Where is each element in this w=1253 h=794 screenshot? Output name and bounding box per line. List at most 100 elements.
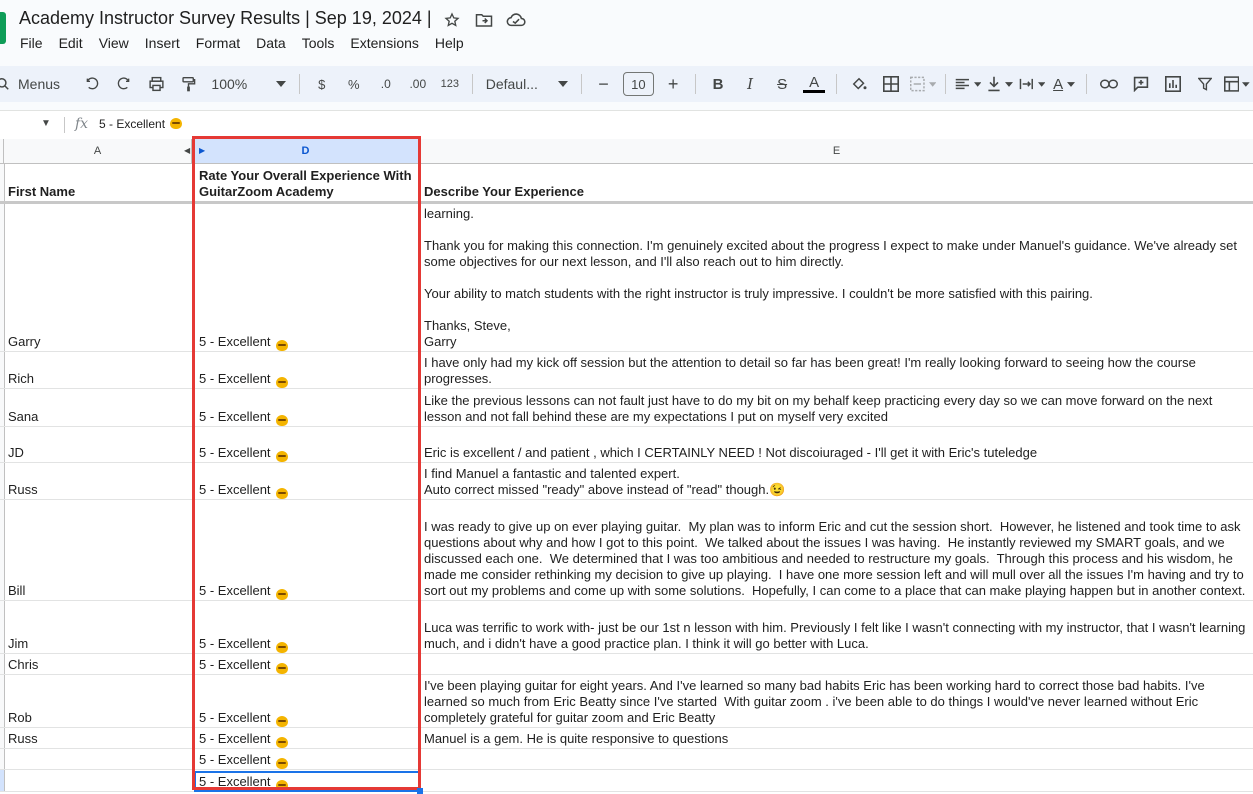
star-icon[interactable] bbox=[441, 9, 463, 31]
merge-cells-button[interactable] bbox=[910, 70, 937, 98]
text-color-button[interactable]: A bbox=[801, 70, 827, 98]
formula-divider bbox=[64, 117, 65, 133]
filter-views-button[interactable] bbox=[1224, 70, 1251, 98]
sheets-logo-icon[interactable] bbox=[0, 12, 6, 44]
fill-color-icon bbox=[852, 77, 867, 90]
menu-edit[interactable]: Edit bbox=[59, 35, 83, 51]
hidden-columns-left-arrow-icon[interactable]: ◀ bbox=[184, 146, 190, 155]
decrease-decimal-button[interactable]: .0 bbox=[373, 70, 399, 98]
rating-cell[interactable]: 5 - Excellent bbox=[194, 389, 420, 426]
table-row: 5 - Excellent bbox=[0, 770, 1253, 792]
first-name-cell[interactable]: Bill bbox=[4, 500, 192, 600]
first-name-cell[interactable]: Russ bbox=[4, 728, 192, 748]
rating-cell[interactable]: 5 - Excellent bbox=[194, 463, 420, 499]
experience-cell[interactable]: I've been playing guitar for eight years… bbox=[420, 675, 1253, 727]
experience-cell[interactable]: I have only had my kick off session but … bbox=[420, 352, 1253, 388]
spreadsheet-grid[interactable]: A ◀ D ▶ E First Name Rate Your Overall E… bbox=[0, 139, 1253, 794]
borders-button[interactable] bbox=[878, 70, 904, 98]
rating-cell[interactable]: 5 - Excellent bbox=[194, 654, 420, 674]
rating-cell[interactable]: 5 - Excellent bbox=[194, 749, 420, 769]
first-name-cell[interactable]: Jim bbox=[4, 601, 192, 653]
first-name-cell[interactable]: Garry bbox=[4, 204, 192, 351]
header-first-name[interactable]: First Name bbox=[4, 164, 192, 201]
rating-cell[interactable]: 5 - Excellent bbox=[194, 728, 420, 748]
experience-cell[interactable]: learning. Thank you for making this conn… bbox=[420, 204, 1253, 351]
header-experience[interactable]: Describe Your Experience bbox=[420, 164, 1253, 201]
column-header-d[interactable]: D bbox=[192, 139, 420, 163]
rating-cell[interactable]: 5 - Excellent bbox=[194, 204, 420, 351]
rating-cell[interactable]: 5 - Excellent bbox=[194, 500, 420, 600]
font-size-field[interactable]: 10 bbox=[622, 70, 655, 98]
table-row: Bill 5 - Excellent I was ready to give u… bbox=[0, 500, 1253, 601]
insert-chart-button[interactable] bbox=[1160, 70, 1186, 98]
menu-tools[interactable]: Tools bbox=[302, 35, 335, 51]
strikethrough-button[interactable]: S bbox=[769, 70, 795, 98]
experience-cell[interactable]: I find Manuel a fantastic and talented e… bbox=[420, 463, 1253, 499]
move-folder-icon[interactable] bbox=[473, 9, 495, 31]
italic-button[interactable]: I bbox=[737, 70, 763, 98]
hidden-columns-right-arrow-icon[interactable]: ▶ bbox=[199, 146, 205, 155]
menu-help[interactable]: Help bbox=[435, 35, 464, 51]
text-wrapping-button[interactable] bbox=[1019, 70, 1046, 98]
menu-data[interactable]: Data bbox=[256, 35, 286, 51]
first-name-cell[interactable] bbox=[4, 749, 192, 769]
chevron-down-icon bbox=[973, 81, 982, 87]
experience-cell[interactable]: Manuel is a gem. He is quite responsive … bbox=[420, 728, 1253, 748]
experience-cell[interactable]: I was ready to give up on ever playing g… bbox=[420, 500, 1253, 600]
first-name-cell[interactable]: Russ bbox=[4, 463, 192, 499]
first-name-cell[interactable]: Rob bbox=[4, 675, 192, 727]
more-formats-button[interactable]: 123 bbox=[437, 70, 463, 98]
filter-button[interactable] bbox=[1192, 70, 1218, 98]
undo-button[interactable] bbox=[79, 70, 105, 98]
name-box-dropdown-icon[interactable]: ▼ bbox=[41, 118, 51, 129]
increase-decimal-button[interactable]: .00 bbox=[405, 70, 431, 98]
fill-handle[interactable] bbox=[417, 788, 423, 794]
search-menus[interactable]: Menus bbox=[0, 76, 76, 92]
document-title[interactable]: Academy Instructor Survey Results | Sep … bbox=[19, 8, 432, 29]
first-name-cell[interactable]: JD bbox=[4, 427, 192, 462]
formula-input[interactable]: 5 - Excellent bbox=[99, 117, 183, 131]
bold-button[interactable]: B bbox=[705, 70, 731, 98]
column-header-e[interactable]: E bbox=[420, 139, 1253, 163]
paint-format-button[interactable] bbox=[175, 70, 201, 98]
percent-format-button[interactable]: % bbox=[341, 70, 367, 98]
experience-cell[interactable]: Luca was terrific to work with- just be … bbox=[420, 601, 1253, 653]
rating-cell[interactable]: 5 - Excellent bbox=[194, 675, 420, 727]
first-name-cell[interactable]: Sana bbox=[4, 389, 192, 426]
menu-file[interactable]: File bbox=[20, 35, 43, 51]
first-name-cell[interactable]: Chris bbox=[4, 654, 192, 674]
experience-cell[interactable] bbox=[420, 770, 1253, 791]
insert-comment-button[interactable] bbox=[1128, 70, 1154, 98]
print-button[interactable] bbox=[143, 70, 169, 98]
cloud-saved-icon[interactable] bbox=[505, 9, 527, 31]
zoom-select[interactable]: 100% bbox=[207, 70, 289, 98]
font-size-value[interactable]: 10 bbox=[622, 72, 655, 96]
star-struck-emoji-icon bbox=[275, 451, 288, 462]
horizontal-align-button[interactable] bbox=[955, 70, 982, 98]
rating-cell[interactable]: 5 - Excellent bbox=[194, 601, 420, 653]
first-name-cell[interactable]: Rich bbox=[4, 352, 192, 388]
decrease-font-size-button[interactable]: − bbox=[591, 70, 617, 98]
menu-format[interactable]: Format bbox=[196, 35, 240, 51]
insert-link-button[interactable] bbox=[1096, 70, 1122, 98]
font-select[interactable]: Defaul... bbox=[482, 70, 572, 98]
menu-extensions[interactable]: Extensions bbox=[350, 35, 418, 51]
header-rating[interactable]: Rate Your Overall Experience With Guitar… bbox=[194, 164, 420, 201]
text-rotation-button[interactable]: A bbox=[1051, 70, 1077, 98]
rating-cell[interactable]: 5 - Excellent bbox=[194, 427, 420, 462]
fill-color-button[interactable] bbox=[846, 70, 872, 98]
experience-cell[interactable] bbox=[420, 654, 1253, 674]
vertical-align-button[interactable] bbox=[987, 70, 1014, 98]
experience-cell[interactable]: Eric is excellent / and patient , which … bbox=[420, 427, 1253, 462]
currency-format-button[interactable]: $ bbox=[309, 70, 335, 98]
rating-cell[interactable]: 5 - Excellent bbox=[194, 352, 420, 388]
menu-view[interactable]: View bbox=[99, 35, 129, 51]
experience-cell[interactable]: Like the previous lessons can not fault … bbox=[420, 389, 1253, 426]
column-header-a[interactable]: A bbox=[4, 139, 192, 163]
first-name-cell[interactable] bbox=[4, 770, 192, 791]
experience-cell[interactable] bbox=[420, 749, 1253, 769]
increase-font-size-button[interactable]: + bbox=[660, 70, 686, 98]
menu-insert[interactable]: Insert bbox=[145, 35, 180, 51]
toolbar-divider bbox=[580, 74, 582, 94]
redo-button[interactable] bbox=[111, 70, 137, 98]
